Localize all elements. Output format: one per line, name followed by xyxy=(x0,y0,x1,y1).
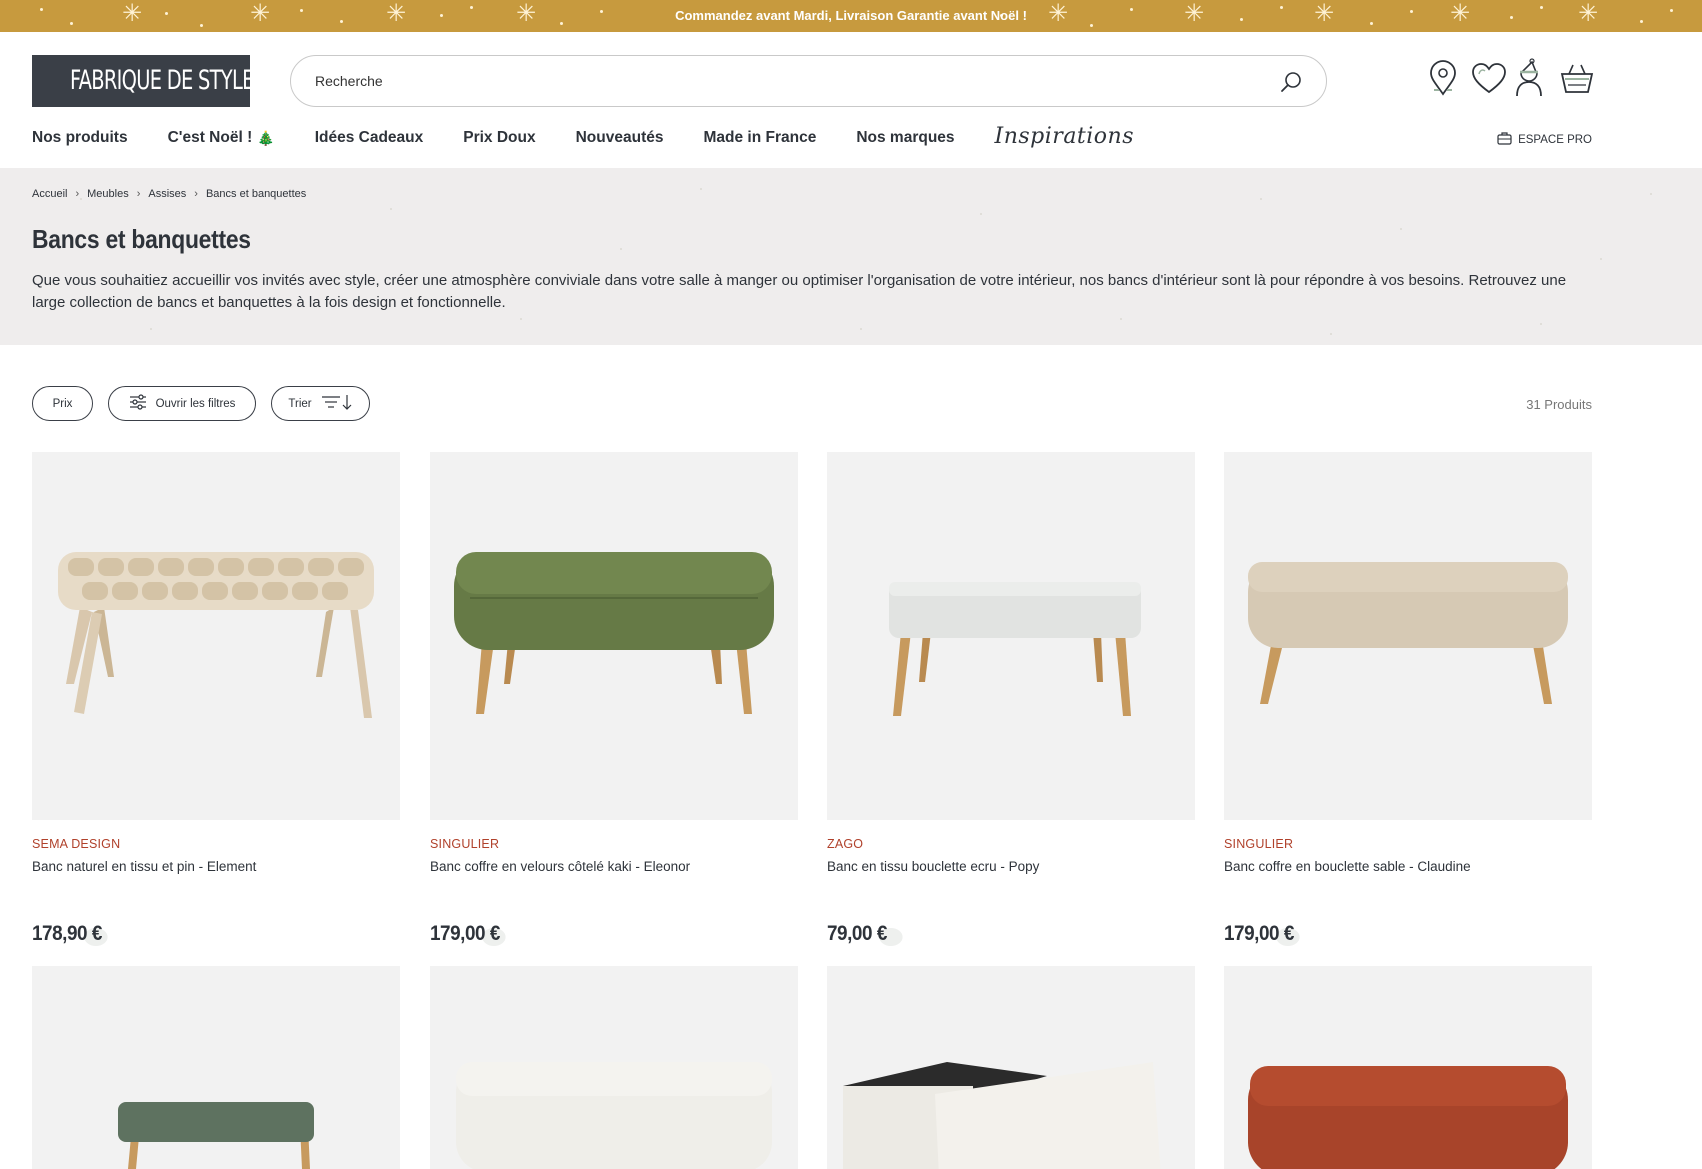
product-image[interactable] xyxy=(430,966,798,1169)
price-filter-label: Prix xyxy=(52,397,73,410)
open-filters-button[interactable]: Ouvrir les filtres xyxy=(108,386,256,421)
wishlist-heart-icon[interactable] xyxy=(1470,60,1508,98)
open-filters-label: Ouvrir les filtres xyxy=(155,397,236,410)
product-image[interactable] xyxy=(827,966,1195,1169)
product-name[interactable]: Banc naturel en tissu et pin - Element xyxy=(32,859,400,874)
product-image[interactable] xyxy=(32,966,400,1169)
nav-item-noel[interactable]: C'est Noël ! 🎄 xyxy=(168,129,275,147)
product-price: 79,00 € xyxy=(827,922,903,946)
product-card[interactable]: SINGULIER Banc coffre en velours côtelé … xyxy=(430,452,798,946)
nav-item-prix-doux[interactable]: Prix Doux xyxy=(463,129,535,147)
product-name[interactable]: Banc coffre en bouclette sable - Claudin… xyxy=(1224,859,1592,874)
chevron-right-icon: › xyxy=(194,188,198,200)
basket-icon[interactable] xyxy=(1558,60,1596,98)
product-price: 178,90 € xyxy=(32,922,108,946)
product-brand[interactable]: SINGULIER xyxy=(1224,837,1592,851)
chevron-right-icon: › xyxy=(136,188,141,200)
product-price: 179,00 € xyxy=(430,922,506,946)
product-brand[interactable]: ZAGO xyxy=(827,837,1195,851)
christmas-tree-icon: 🎄 xyxy=(257,129,275,146)
sort-button[interactable]: Trier xyxy=(271,386,370,421)
site-logo[interactable]: FABRIQUE DE STYLES xyxy=(32,55,266,107)
product-card[interactable]: SINGULIER Banc coffre en bouclette sable… xyxy=(1224,452,1592,946)
main-nav: Nos produits C'est Noël ! 🎄 Idées Cadeaux… xyxy=(32,124,1134,150)
price-filter-button[interactable]: Prix xyxy=(32,386,93,421)
search-input[interactable] xyxy=(315,70,1215,92)
category-header: Accueil › Meubles › Assises › Bancs et b… xyxy=(0,168,1702,345)
breadcrumb-item[interactable]: Meubles xyxy=(87,188,129,200)
product-brand[interactable]: SINGULIER xyxy=(430,837,798,851)
product-image[interactable] xyxy=(430,452,798,820)
product-image[interactable] xyxy=(1224,452,1592,820)
sort-label: Trier xyxy=(288,397,312,410)
category-description: Que vous souhaitiez accueillir vos invit… xyxy=(32,272,1567,311)
search-icon[interactable] xyxy=(1278,69,1304,95)
product-image[interactable] xyxy=(827,452,1195,820)
product-card[interactable]: ZAGO Banc en tissu bouclette ecru - Popy… xyxy=(827,452,1195,946)
nav-item-made-in-france[interactable]: Made in France xyxy=(703,129,816,147)
product-price: 179,00 € xyxy=(1224,922,1300,946)
briefcase-icon xyxy=(1497,132,1512,148)
product-image[interactable] xyxy=(32,452,400,820)
product-card[interactable]: SEMA DESIGN Banc naturel en tissu et pin… xyxy=(32,452,400,946)
breadcrumb: Accueil › Meubles › Assises › Bancs et b… xyxy=(32,188,306,200)
espace-pro-label: ESPACE PRO xyxy=(1518,134,1592,146)
search-bar xyxy=(290,55,1327,107)
nav-item-inspirations[interactable]: Inspirations xyxy=(995,124,1134,149)
chevron-right-icon: › xyxy=(75,188,80,200)
page-title: Bancs et banquettes xyxy=(32,224,251,254)
account-icon[interactable] xyxy=(1510,58,1548,97)
breadcrumb-item[interactable]: Accueil xyxy=(32,188,67,200)
store-locator-icon[interactable] xyxy=(1424,60,1462,98)
product-name[interactable]: Banc coffre en velours côtelé kaki - Ele… xyxy=(430,859,798,874)
nav-item-nouveautes[interactable]: Nouveautés xyxy=(576,129,664,147)
product-brand[interactable]: SEMA DESIGN xyxy=(32,837,400,851)
product-count: 31 Produits xyxy=(1526,397,1592,412)
product-name[interactable]: Banc en tissu bouclette ecru - Popy xyxy=(827,859,1195,874)
nav-item-nos-marques[interactable]: Nos marques xyxy=(856,129,954,147)
promo-text[interactable]: Commandez avant Mardi, Livraison Garanti… xyxy=(0,8,1702,23)
product-image[interactable] xyxy=(1224,966,1592,1169)
breadcrumb-current: Bancs et banquettes xyxy=(205,188,307,200)
espace-pro-link[interactable]: ESPACE PRO xyxy=(1497,132,1592,148)
filter-sliders-icon xyxy=(129,394,147,413)
sort-icon xyxy=(321,394,353,413)
breadcrumb-item[interactable]: Assises xyxy=(148,188,186,200)
nav-item-idees-cadeaux[interactable]: Idées Cadeaux xyxy=(315,129,424,147)
promo-banner: ✳ ✳ ✳ ✳ ✳ ✳ ✳ ✳ ✳ Commandez avant Mardi,… xyxy=(0,0,1702,32)
nav-item-produits[interactable]: Nos produits xyxy=(32,129,128,147)
